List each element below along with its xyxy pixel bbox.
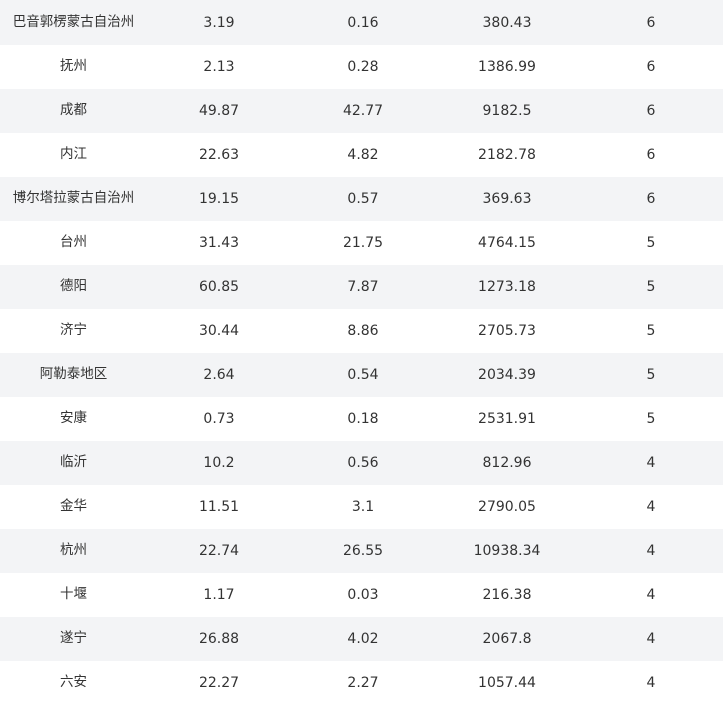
table-row: 六安 22.27 2.27 1057.44 4 (0, 661, 723, 701)
cell-value-3: 2182.78 (435, 133, 579, 177)
cell-value-2: 0.56 (291, 441, 435, 485)
cell-value-3: 2034.39 (435, 353, 579, 397)
data-table: 巴音郭楞蒙古自治州 3.19 0.16 380.43 6 抚州 2.13 0.2… (0, 0, 723, 701)
cell-value-2: 42.77 (291, 89, 435, 133)
table-row: 成都 49.87 42.77 9182.5 6 (0, 89, 723, 133)
cell-value-3: 2705.73 (435, 309, 579, 353)
cell-value-1: 60.85 (147, 265, 291, 309)
cell-value-2: 8.86 (291, 309, 435, 353)
cell-value-4: 5 (579, 265, 723, 309)
table-row: 安康 0.73 0.18 2531.91 5 (0, 397, 723, 441)
cell-value-1: 22.27 (147, 661, 291, 701)
cell-value-1: 2.13 (147, 45, 291, 89)
cell-value-4: 6 (579, 89, 723, 133)
cell-value-3: 812.96 (435, 441, 579, 485)
cell-value-1: 26.88 (147, 617, 291, 661)
cell-value-1: 19.15 (147, 177, 291, 221)
cell-city: 济宁 (0, 309, 147, 353)
table-row: 博尔塔拉蒙古自治州 19.15 0.57 369.63 6 (0, 177, 723, 221)
cell-value-3: 2067.8 (435, 617, 579, 661)
table-row: 巴音郭楞蒙古自治州 3.19 0.16 380.43 6 (0, 0, 723, 45)
table-body: 巴音郭楞蒙古自治州 3.19 0.16 380.43 6 抚州 2.13 0.2… (0, 0, 723, 701)
cell-value-2: 0.28 (291, 45, 435, 89)
table-row: 台州 31.43 21.75 4764.15 5 (0, 221, 723, 265)
table-row: 十堰 1.17 0.03 216.38 4 (0, 573, 723, 617)
cell-value-4: 4 (579, 617, 723, 661)
cell-value-2: 26.55 (291, 529, 435, 573)
cell-value-3: 1386.99 (435, 45, 579, 89)
cell-value-4: 6 (579, 0, 723, 45)
cell-value-2: 0.03 (291, 573, 435, 617)
cell-value-4: 6 (579, 45, 723, 89)
cell-value-4: 5 (579, 397, 723, 441)
cell-value-4: 6 (579, 177, 723, 221)
cell-city: 内江 (0, 133, 147, 177)
cell-value-1: 22.74 (147, 529, 291, 573)
table-row: 抚州 2.13 0.28 1386.99 6 (0, 45, 723, 89)
cell-value-4: 4 (579, 573, 723, 617)
cell-value-4: 4 (579, 485, 723, 529)
table-row: 德阳 60.85 7.87 1273.18 5 (0, 265, 723, 309)
cell-city: 博尔塔拉蒙古自治州 (0, 177, 147, 221)
cell-value-4: 5 (579, 309, 723, 353)
cell-value-3: 369.63 (435, 177, 579, 221)
cell-city: 抚州 (0, 45, 147, 89)
cell-value-4: 5 (579, 353, 723, 397)
table-row: 内江 22.63 4.82 2182.78 6 (0, 133, 723, 177)
cell-value-1: 11.51 (147, 485, 291, 529)
cell-value-1: 10.2 (147, 441, 291, 485)
table-row: 杭州 22.74 26.55 10938.34 4 (0, 529, 723, 573)
cell-city: 巴音郭楞蒙古自治州 (0, 0, 147, 45)
cell-value-3: 2531.91 (435, 397, 579, 441)
cell-value-2: 0.54 (291, 353, 435, 397)
cell-value-2: 7.87 (291, 265, 435, 309)
cell-value-1: 31.43 (147, 221, 291, 265)
cell-value-3: 10938.34 (435, 529, 579, 573)
cell-value-2: 2.27 (291, 661, 435, 701)
table-row: 遂宁 26.88 4.02 2067.8 4 (0, 617, 723, 661)
cell-city: 金华 (0, 485, 147, 529)
cell-value-4: 4 (579, 529, 723, 573)
cell-value-2: 0.18 (291, 397, 435, 441)
cell-value-4: 5 (579, 221, 723, 265)
cell-value-2: 4.02 (291, 617, 435, 661)
cell-value-2: 0.16 (291, 0, 435, 45)
cell-city: 德阳 (0, 265, 147, 309)
cell-value-3: 4764.15 (435, 221, 579, 265)
cell-city: 成都 (0, 89, 147, 133)
cell-value-2: 0.57 (291, 177, 435, 221)
cell-value-3: 1273.18 (435, 265, 579, 309)
cell-value-4: 4 (579, 661, 723, 701)
cell-value-2: 21.75 (291, 221, 435, 265)
cell-value-1: 22.63 (147, 133, 291, 177)
table-row: 济宁 30.44 8.86 2705.73 5 (0, 309, 723, 353)
cell-value-3: 9182.5 (435, 89, 579, 133)
cell-value-1: 49.87 (147, 89, 291, 133)
cell-city: 杭州 (0, 529, 147, 573)
data-table-container: 巴音郭楞蒙古自治州 3.19 0.16 380.43 6 抚州 2.13 0.2… (0, 0, 723, 701)
cell-value-3: 2790.05 (435, 485, 579, 529)
cell-city: 遂宁 (0, 617, 147, 661)
cell-city: 阿勒泰地区 (0, 353, 147, 397)
cell-value-1: 0.73 (147, 397, 291, 441)
cell-value-4: 4 (579, 441, 723, 485)
cell-value-3: 216.38 (435, 573, 579, 617)
cell-city: 安康 (0, 397, 147, 441)
cell-value-1: 1.17 (147, 573, 291, 617)
cell-value-3: 1057.44 (435, 661, 579, 701)
cell-value-1: 30.44 (147, 309, 291, 353)
cell-value-1: 2.64 (147, 353, 291, 397)
cell-city: 十堰 (0, 573, 147, 617)
cell-value-4: 6 (579, 133, 723, 177)
cell-city: 临沂 (0, 441, 147, 485)
table-row: 金华 11.51 3.1 2790.05 4 (0, 485, 723, 529)
table-row: 阿勒泰地区 2.64 0.54 2034.39 5 (0, 353, 723, 397)
cell-value-2: 4.82 (291, 133, 435, 177)
cell-value-2: 3.1 (291, 485, 435, 529)
cell-value-3: 380.43 (435, 0, 579, 45)
cell-city: 六安 (0, 661, 147, 701)
cell-city: 台州 (0, 221, 147, 265)
table-row: 临沂 10.2 0.56 812.96 4 (0, 441, 723, 485)
cell-value-1: 3.19 (147, 0, 291, 45)
